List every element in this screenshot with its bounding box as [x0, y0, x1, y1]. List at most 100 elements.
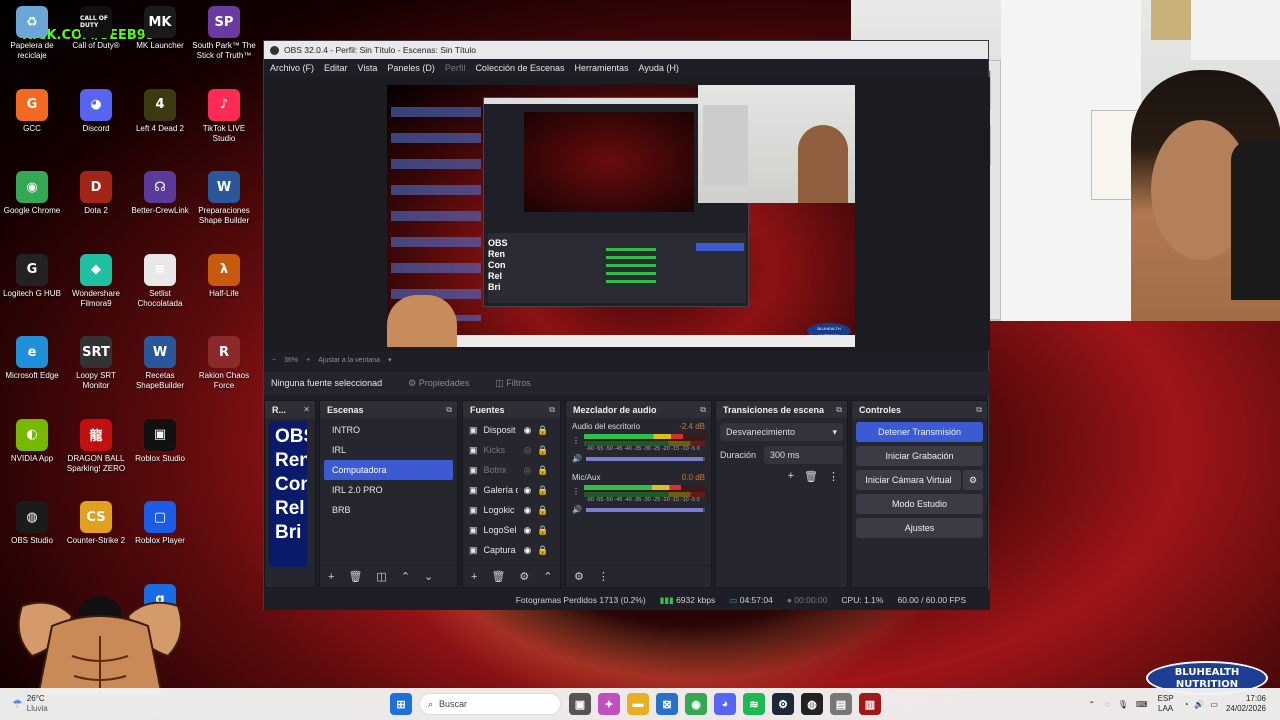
file-explorer-icon[interactable]: ▬ — [627, 693, 649, 715]
zoom-in-button[interactable]: + — [306, 357, 310, 364]
tray-chevron-icon[interactable]: ⌃ — [1088, 700, 1095, 709]
menu-herramientas[interactable]: Herramientas — [575, 63, 629, 73]
studio-mode-button[interactable]: Modo Estudio — [856, 494, 983, 514]
scene-item-computadora[interactable]: Computadora — [324, 460, 453, 480]
desktop-icon[interactable]: D Dota 2 — [64, 171, 128, 216]
menu-coleccion-escenas[interactable]: Colección de Escenas — [475, 63, 564, 73]
discord-icon[interactable]: ◕ — [714, 693, 736, 715]
scene-item-irl[interactable]: IRL — [324, 440, 453, 460]
source-settings-icon[interactable]: ⚙ — [519, 570, 529, 583]
copilot-icon[interactable]: ✦ — [598, 693, 620, 715]
eye-icon[interactable]: ◉ — [524, 425, 532, 436]
desktop-icon[interactable]: G Logitech G HUB — [0, 253, 64, 299]
microphone-icon[interactable]: 🎙 — [1118, 700, 1128, 709]
desktop-icon[interactable]: 龍 DRAGON BALL Sparking! ZERO — [64, 418, 128, 474]
desktop-icon[interactable]: CS Counter-Strike 2 — [64, 501, 128, 546]
duration-input[interactable]: 300 ms — [764, 446, 843, 464]
language-indicator[interactable]: ESP LAA — [1158, 694, 1174, 714]
remove-transition-icon[interactable]: 🗑 — [804, 470, 818, 483]
clock[interactable]: 17:06 24/02/2026 — [1226, 694, 1266, 714]
move-down-icon[interactable]: ⌄ — [424, 570, 433, 583]
transition-select[interactable]: Desvanecimiento ▾ — [720, 423, 843, 441]
network-icon[interactable]: ◌ — [1105, 700, 1110, 709]
keyboard-icon[interactable]: ⌨ — [1136, 700, 1148, 709]
volume-slider[interactable] — [585, 507, 705, 512]
weather-widget[interactable]: ☂ 26°C Lluvia — [0, 694, 390, 714]
dock-float-icon[interactable]: ⧉ — [549, 405, 555, 415]
source-item[interactable]: ▣ Logokic ◉ 🔒 — [463, 500, 560, 520]
lock-icon[interactable]: 🔒 — [537, 545, 548, 556]
add-transition-icon[interactable]: + — [788, 470, 794, 483]
desktop-icon[interactable]: R Rakion Chaos Force — [192, 336, 256, 391]
obs-taskbar-icon[interactable]: ◍ — [801, 693, 823, 715]
desktop-icon[interactable]: ♻ Papelera de reciclaje — [0, 6, 64, 61]
desktop-icon[interactable]: ◐ NVIDIA App — [0, 418, 64, 464]
spotify-icon[interactable]: ≋ — [743, 693, 765, 715]
obs-titlebar[interactable]: OBS 32.0.4 - Perfil: Sin Título - Escena… — [264, 41, 988, 59]
eye-icon[interactable]: ◉ — [524, 485, 532, 496]
speaker-icon[interactable]: 🔊 — [572, 454, 582, 463]
more-options-icon[interactable]: ⋮ — [598, 570, 609, 583]
dock-float-icon[interactable]: ⧉ — [836, 405, 842, 415]
lock-icon[interactable]: 🔒 — [537, 485, 548, 496]
source-item[interactable]: ▣ Kicks ◎ 🔒 — [463, 440, 560, 460]
remove-source-icon[interactable]: 🗑 — [491, 570, 505, 583]
desktop-icon[interactable]: G GCC — [0, 88, 64, 134]
channel-menu-icon[interactable]: ⋮ — [572, 487, 580, 496]
start-recording-button[interactable]: Iniciar Grabación — [856, 446, 983, 466]
settings-button[interactable]: Ajustes — [856, 518, 983, 538]
scene-item-intro[interactable]: INTRO — [324, 420, 453, 440]
desktop-icon[interactable]: W Recetas ShapeBuilder — [128, 336, 192, 391]
chrome-icon[interactable]: ◉ — [685, 693, 707, 715]
source-item[interactable]: ▣ Botrix ◎ 🔒 — [463, 460, 560, 480]
chevron-down-icon[interactable]: ▾ — [388, 356, 392, 364]
desktop-icon[interactable]: e Microsoft Edge — [0, 336, 64, 381]
lock-icon[interactable]: 🔒 — [537, 465, 548, 476]
add-source-icon[interactable]: + — [471, 571, 477, 583]
desktop-icon[interactable]: ≡ Setlist Chocolatada — [128, 253, 192, 309]
filters-button[interactable]: ◫ Filtros — [495, 378, 531, 389]
desktop-icon[interactable]: ▣ Roblox Studio — [128, 418, 192, 464]
menu-editar[interactable]: Editar — [324, 63, 348, 73]
transition-menu-icon[interactable]: ⋮ — [828, 470, 839, 483]
desktop-icon[interactable]: W Preparaciones Shape Builder — [192, 171, 256, 226]
move-up-icon[interactable]: ⌃ — [401, 570, 410, 583]
eye-icon[interactable]: ◉ — [524, 525, 532, 536]
eye-icon[interactable]: ◉ — [524, 545, 532, 556]
store-icon[interactable]: ⊠ — [656, 693, 678, 715]
properties-button[interactable]: ⚙ Propiedades — [408, 378, 469, 389]
add-scene-icon[interactable]: + — [328, 571, 334, 583]
lock-icon[interactable]: 🔒 — [537, 425, 548, 436]
advanced-audio-icon[interactable]: ⚙ — [574, 570, 584, 583]
desktop-icon[interactable]: ◍ OBS Studio — [0, 501, 64, 546]
zoom-out-button[interactable]: − — [272, 357, 276, 364]
eye-hidden-icon[interactable]: ◎ — [524, 465, 532, 476]
scene-filters-icon[interactable]: ◫ — [376, 570, 386, 583]
desktop-icon[interactable]: λ Half-Life — [192, 253, 256, 299]
virtual-camera-settings-icon[interactable]: ⚙ — [963, 470, 983, 490]
desktop-icon[interactable]: MK MK Launcher — [128, 6, 192, 51]
menu-ayuda[interactable]: Ayuda (H) — [639, 63, 679, 73]
battery-icon[interactable]: ▭ — [1210, 700, 1218, 709]
source-item[interactable]: ▣ Galería d ◉ 🔒 — [463, 480, 560, 500]
volume-icon[interactable]: 🔊 — [1194, 700, 1204, 709]
scene-item-irl-2-pro[interactable]: IRL 2.0 PRO — [324, 480, 453, 500]
channel-menu-icon[interactable]: ⋮ — [572, 436, 580, 445]
lock-icon[interactable]: 🔒 — [537, 445, 548, 456]
dock-float-icon[interactable]: ⧉ — [446, 405, 452, 415]
desktop-icon[interactable]: ◆ Wondershare Filmora9 — [64, 253, 128, 309]
scene-item-brb[interactable]: BRB — [324, 500, 453, 520]
desktop-icon[interactable]: SRT Loopy SRT Monitor — [64, 336, 128, 391]
lock-icon[interactable]: 🔒 — [537, 505, 548, 516]
app-icon[interactable]: ▤ — [830, 693, 852, 715]
remove-scene-icon[interactable]: 🗑 — [348, 570, 362, 583]
source-item[interactable]: ▣ LogoSel ◉ 🔒 — [463, 520, 560, 540]
stop-streaming-button[interactable]: Detener Transmisión — [856, 422, 983, 442]
start-virtual-camera-button[interactable]: Iniciar Cámara Virtual — [856, 470, 961, 490]
source-item[interactable]: ▣ Captura ◉ 🔒 — [463, 540, 560, 560]
steam-icon[interactable]: ⚙ — [772, 693, 794, 715]
close-icon[interactable]: ✕ — [303, 405, 310, 414]
dock-float-icon[interactable]: ⧉ — [976, 405, 982, 415]
zoom-fit-dropdown[interactable]: Ajustar a la ventana — [318, 357, 380, 364]
app-red-icon[interactable]: ▥ — [859, 693, 881, 715]
